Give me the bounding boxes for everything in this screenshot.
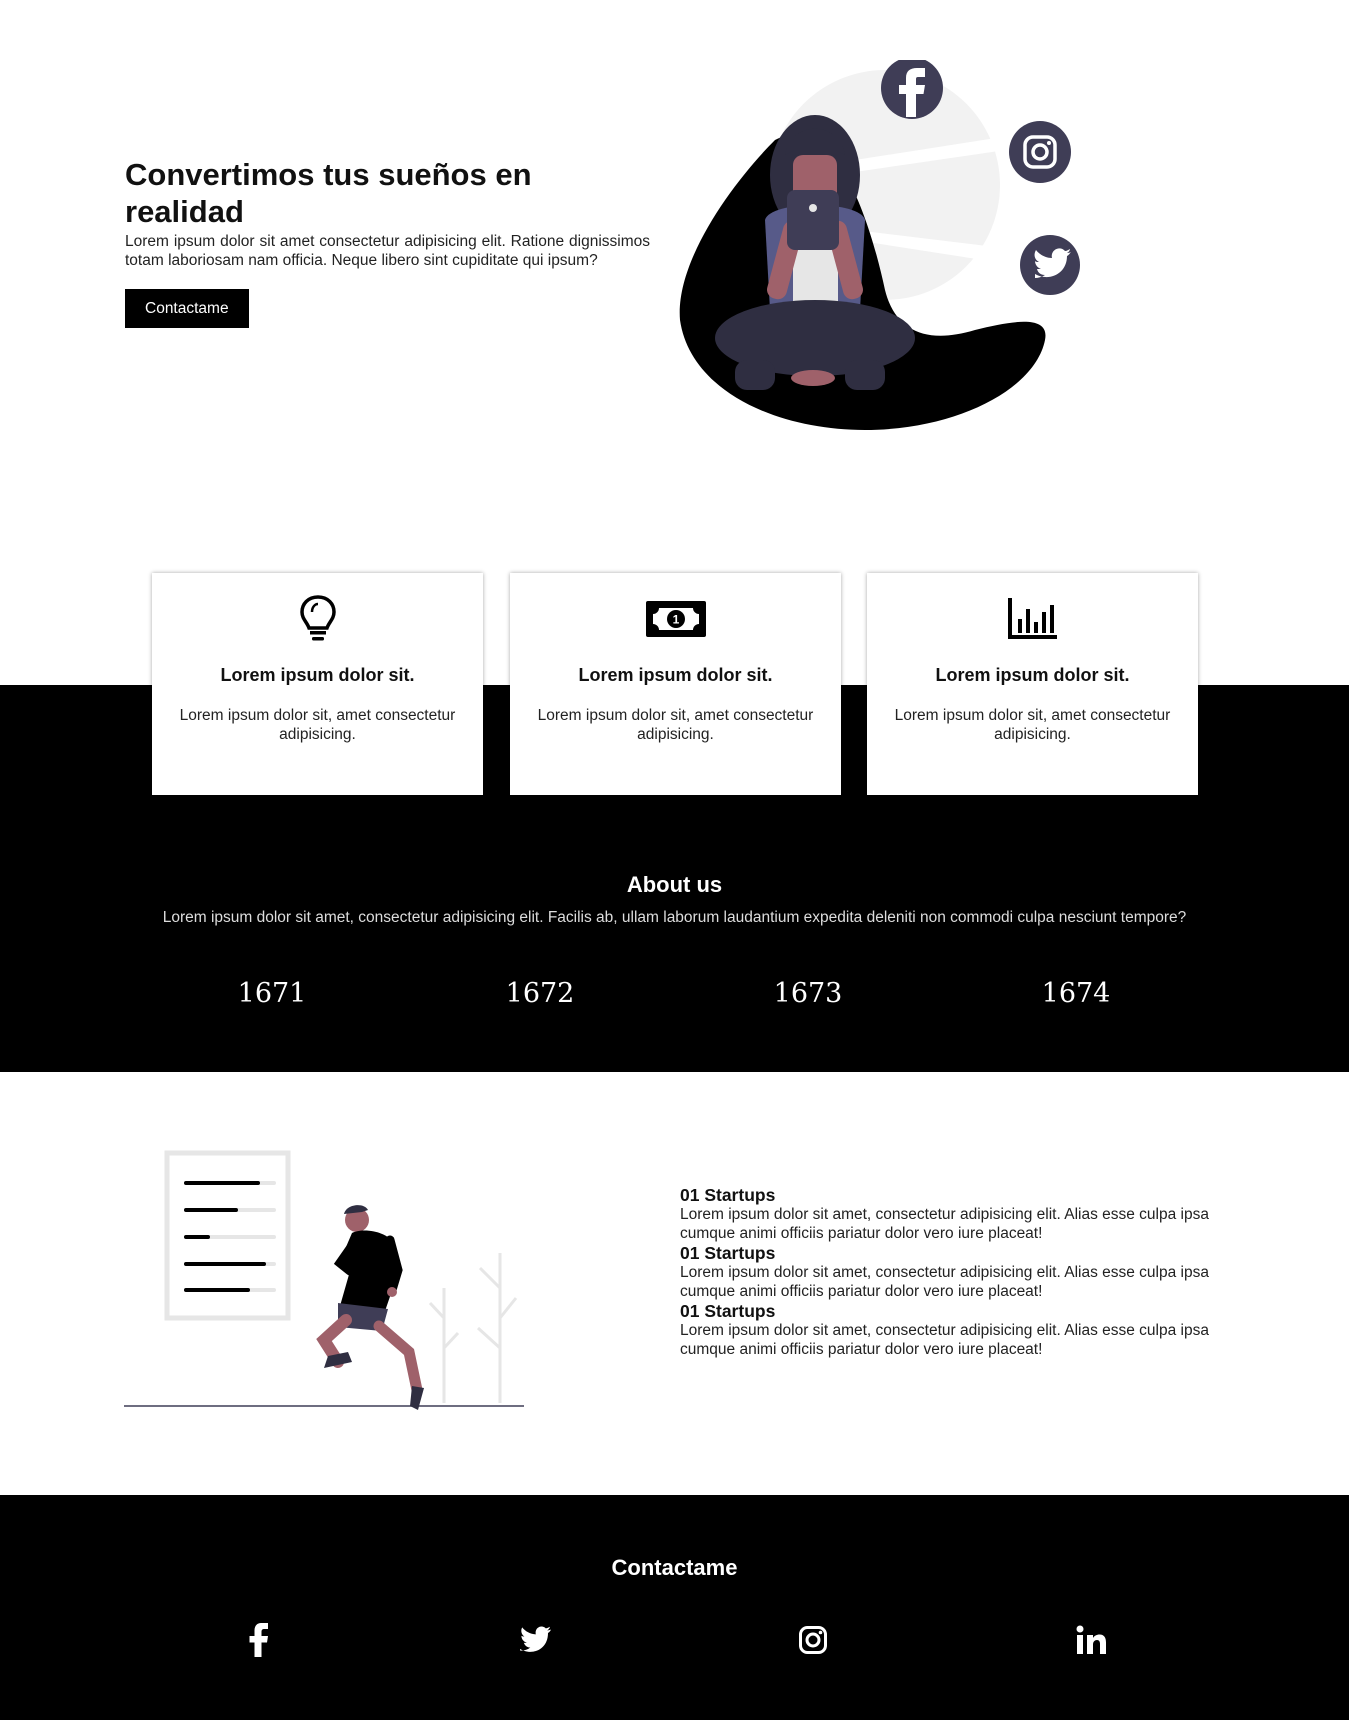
instagram-icon bbox=[799, 1626, 827, 1654]
startup-item: 01 Startups Lorem ipsum dolor sit amet, … bbox=[680, 1243, 1220, 1301]
facebook-icon bbox=[249, 1623, 268, 1657]
hero-section: Convertimos tus sueños en realidad Lorem… bbox=[0, 0, 1349, 520]
stat-value: 1673 bbox=[773, 978, 843, 1009]
stat-value: 1672 bbox=[505, 978, 575, 1009]
startup-text: Lorem ipsum dolor sit amet, consectetur … bbox=[680, 1322, 1209, 1358]
twitter-icon bbox=[520, 1626, 551, 1652]
features-row: Lorem ipsum dolor sit. Lorem ipsum dolor… bbox=[0, 573, 1349, 795]
linkedin-link[interactable] bbox=[1071, 1620, 1111, 1660]
bar-chart-icon bbox=[1007, 598, 1057, 639]
about-title: About us bbox=[626, 872, 723, 897]
lightbulb-icon bbox=[299, 595, 336, 641]
svg-text:1: 1 bbox=[672, 613, 679, 627]
twitter-link[interactable] bbox=[515, 1620, 555, 1660]
facebook-link[interactable] bbox=[238, 1620, 278, 1660]
hero-illustration bbox=[679, 60, 1080, 430]
feature-card: Lorem ipsum dolor sit. Lorem ipsum dolor… bbox=[152, 573, 483, 795]
money-bill-icon: 1 bbox=[645, 601, 706, 637]
feature-card: 1 Lorem ipsum dolor sit. Lorem ipsum dol… bbox=[510, 573, 841, 795]
feature-title: Lorem ipsum dolor sit. bbox=[935, 665, 1130, 685]
feature-text: Lorem ipsum dolor sit, amet consectetur … bbox=[894, 707, 1171, 743]
about-description: Lorem ipsum dolor sit amet, consectetur … bbox=[162, 909, 1187, 926]
feature-title: Lorem ipsum dolor sit. bbox=[578, 665, 773, 685]
linkedin-icon bbox=[1076, 1625, 1106, 1654]
startup-text: Lorem ipsum dolor sit amet, consectetur … bbox=[680, 1206, 1209, 1242]
footer: Contactame bbox=[0, 1495, 1349, 1720]
feature-text: Lorem ipsum dolor sit, amet consectetur … bbox=[179, 707, 456, 743]
twitter-icon bbox=[1020, 235, 1080, 295]
hero-title: Convertimos tus sueños en realidad bbox=[125, 157, 532, 229]
runner-illustration bbox=[124, 1150, 524, 1410]
feature-title: Lorem ipsum dolor sit. bbox=[220, 665, 415, 685]
startup-title: 01 Startups bbox=[680, 1243, 776, 1263]
stat-value: 1671 bbox=[237, 978, 307, 1009]
hero-description: Lorem ipsum dolor sit amet consectetur a… bbox=[125, 233, 650, 269]
startup-item: 01 Startups Lorem ipsum dolor sit amet, … bbox=[680, 1185, 1220, 1243]
contact-button[interactable]: Contactame bbox=[125, 289, 249, 328]
stat-value: 1674 bbox=[1041, 978, 1111, 1009]
hero-text-block: Convertimos tus sueños en realidad Lorem… bbox=[125, 156, 650, 328]
instagram-icon bbox=[1009, 121, 1071, 183]
feature-card: Lorem ipsum dolor sit. Lorem ipsum dolor… bbox=[867, 573, 1198, 795]
stats-row: 1671 1672 1673 1674 bbox=[0, 978, 1349, 1018]
instagram-link[interactable] bbox=[793, 1620, 833, 1660]
startup-text: Lorem ipsum dolor sit amet, consectetur … bbox=[680, 1264, 1209, 1300]
startup-title: 01 Startups bbox=[680, 1301, 776, 1321]
startup-item: 01 Startups Lorem ipsum dolor sit amet, … bbox=[680, 1301, 1220, 1359]
feature-text: Lorem ipsum dolor sit, amet consectetur … bbox=[537, 707, 814, 743]
startup-title: 01 Startups bbox=[680, 1185, 776, 1205]
footer-title: Contactame bbox=[611, 1555, 738, 1580]
startups-list: 01 Startups Lorem ipsum dolor sit amet, … bbox=[680, 1185, 1220, 1359]
